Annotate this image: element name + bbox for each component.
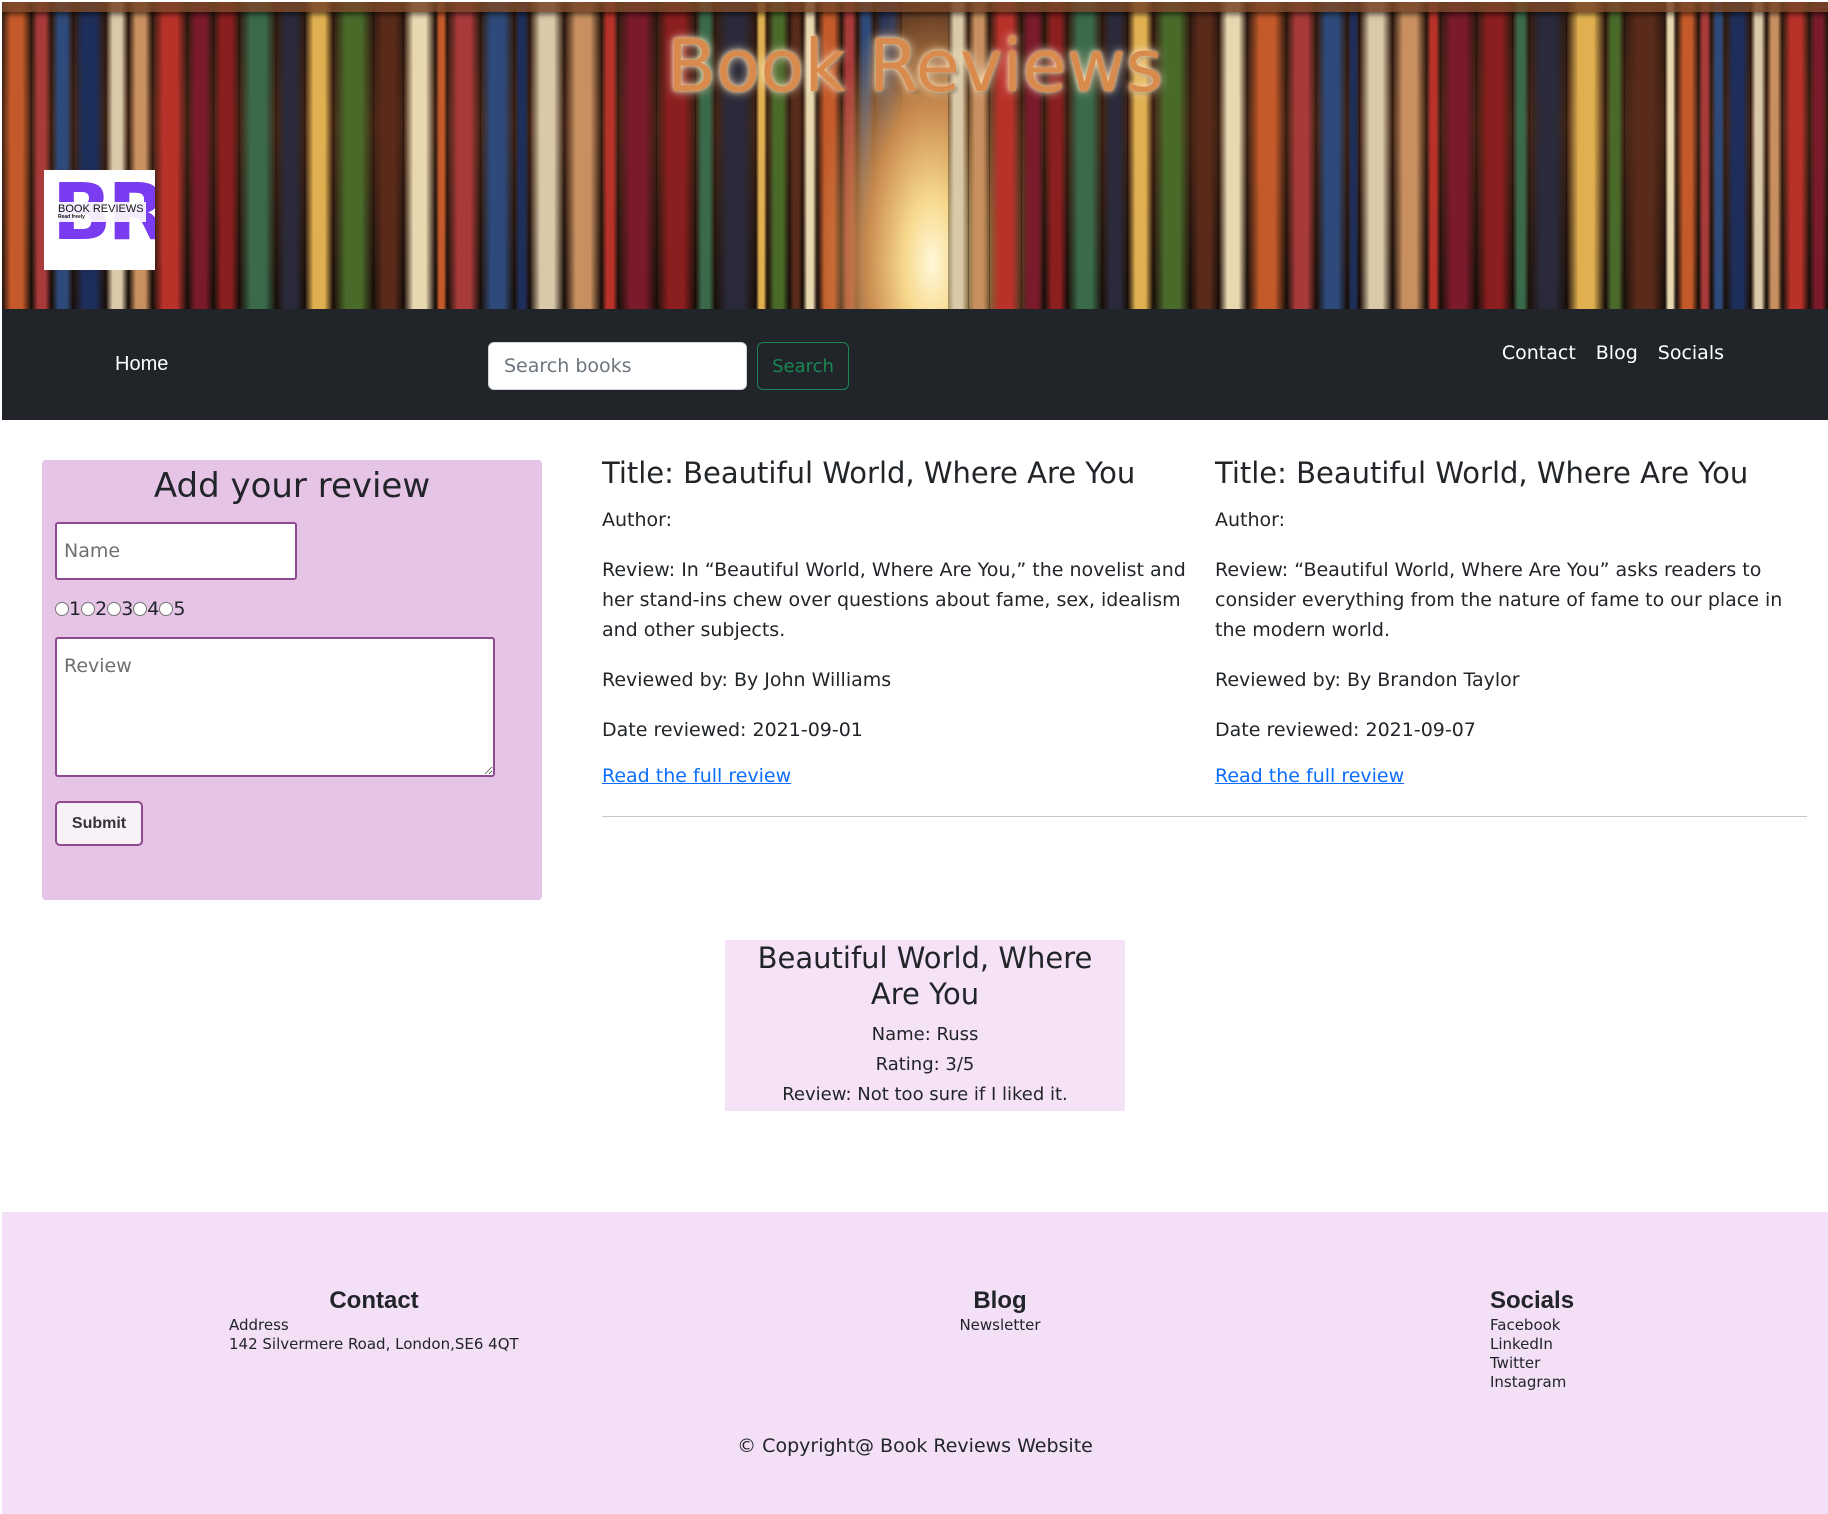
nav-blog-link[interactable]: Blog	[1596, 342, 1638, 364]
divider	[602, 816, 1807, 817]
read-full-review-link[interactable]: Read the full review	[1215, 765, 1404, 787]
review-article: Title: Beautiful World, Where Are You Au…	[1215, 456, 1815, 787]
review-text: Review: “Beautiful World, Where Are You”…	[1215, 558, 1783, 641]
rating-radio-2[interactable]	[81, 602, 96, 616]
site-title: Book Reviews	[666, 24, 1164, 108]
shelf-board	[2, 2, 1828, 12]
logo-text: BOOK REVIEWS Read freely	[56, 202, 146, 222]
review-title: Title: Beautiful World, Where Are You	[1215, 456, 1749, 490]
submitted-review-name: Name: Russ	[871, 1024, 979, 1045]
copyright: © Copyright@ Book Reviews Website	[737, 1435, 1093, 1457]
nav-links: Contact Blog Socials	[1502, 342, 1724, 364]
logo-tagline: Read freely	[58, 214, 85, 221]
review-textarea[interactable]	[55, 637, 495, 777]
read-full-review-link[interactable]: Read the full review	[602, 765, 791, 787]
form-title: Add your review	[153, 466, 431, 506]
footer-contact-heading: Contact	[329, 1287, 419, 1314]
submitted-review-details: Name: Russ Rating: 3/5 Review: Not too s…	[725, 1020, 1125, 1110]
footer-instagram-link[interactable]: Instagram	[1490, 1373, 1610, 1392]
search-button[interactable]: Search	[757, 342, 849, 390]
rating-option-1[interactable]: 1	[55, 598, 81, 620]
footer-blog-heading: Blog	[973, 1287, 1027, 1314]
rating-label-4: 4	[147, 598, 160, 620]
footer-socials-heading: Socials	[1490, 1287, 1575, 1314]
footer-address-label: Address	[229, 1316, 289, 1334]
footer-linkedin-link[interactable]: LinkedIn	[1490, 1335, 1610, 1354]
search-input[interactable]	[488, 342, 747, 390]
review-author: Author:	[602, 508, 673, 531]
submitted-review-title: Beautiful World, Where Are You	[757, 941, 1093, 1011]
nav-contact-link[interactable]: Contact	[1502, 342, 1576, 364]
rating-label-5: 5	[173, 598, 186, 620]
reviews-section: Title: Beautiful World, Where Are You Au…	[602, 456, 1807, 818]
footer-contact: Contact Address 142 Silvermere Road, Lon…	[229, 1286, 519, 1354]
navbar: Home Search Contact Blog Socials	[2, 309, 1828, 420]
submitted-review-card: Beautiful World, Where Are You Name: Rus…	[725, 940, 1125, 1111]
review-reviewer: Reviewed by: By Brandon Taylor	[1215, 668, 1520, 691]
footer-blog: Blog Newsletter	[940, 1286, 1060, 1335]
site-logo[interactable]: BR BOOK REVIEWS Read freely	[44, 170, 155, 270]
rating-label-1: 1	[69, 598, 82, 620]
review-author: Author:	[1215, 508, 1286, 531]
submitted-review-rating: Rating: 3/5	[875, 1054, 975, 1075]
rating-option-5[interactable]: 5	[159, 598, 185, 620]
footer-socials: Socials Facebook LinkedIn Twitter Instag…	[1490, 1286, 1610, 1392]
add-review-form: Add your review 1 2 3 4 5 Submit	[42, 460, 542, 900]
nav-socials-link[interactable]: Socials	[1658, 342, 1724, 364]
footer-newsletter-link[interactable]: Newsletter	[940, 1316, 1060, 1335]
review-date: Date reviewed: 2021-09-07	[1215, 718, 1476, 741]
review-article: Title: Beautiful World, Where Are You Au…	[602, 456, 1202, 787]
submitted-review-text: Review: Not too sure if I liked it.	[782, 1084, 1068, 1105]
rating-option-2[interactable]: 2	[81, 598, 107, 620]
rating-option-3[interactable]: 3	[107, 598, 133, 620]
nav-home-link[interactable]: Home	[115, 353, 168, 376]
footer-twitter-link[interactable]: Twitter	[1490, 1354, 1610, 1373]
footer-address: 142 Silvermere Road, London,SE6 4QT	[229, 1335, 519, 1353]
header-banner: Book Reviews BR BOOK REVIEWS Read freely	[2, 2, 1828, 309]
rating-radio-3[interactable]	[107, 602, 122, 616]
rating-radio-group: 1 2 3 4 5	[55, 598, 185, 620]
rating-label-3: 3	[121, 598, 134, 620]
rating-radio-5[interactable]	[159, 602, 174, 616]
review-title: Title: Beautiful World, Where Are You	[602, 456, 1136, 490]
rating-option-4[interactable]: 4	[133, 598, 159, 620]
name-field[interactable]	[55, 522, 297, 580]
rating-radio-1[interactable]	[55, 602, 69, 616]
review-date: Date reviewed: 2021-09-01	[602, 718, 863, 741]
review-text: Review: In “Beautiful World, Where Are Y…	[602, 558, 1186, 641]
review-reviewer: Reviewed by: By John Williams	[602, 668, 892, 691]
footer: Contact Address 142 Silvermere Road, Lon…	[2, 1212, 1828, 1514]
submit-button[interactable]: Submit	[55, 801, 143, 846]
rating-radio-4[interactable]	[133, 602, 148, 616]
rating-label-2: 2	[95, 598, 108, 620]
footer-facebook-link[interactable]: Facebook	[1490, 1316, 1610, 1335]
